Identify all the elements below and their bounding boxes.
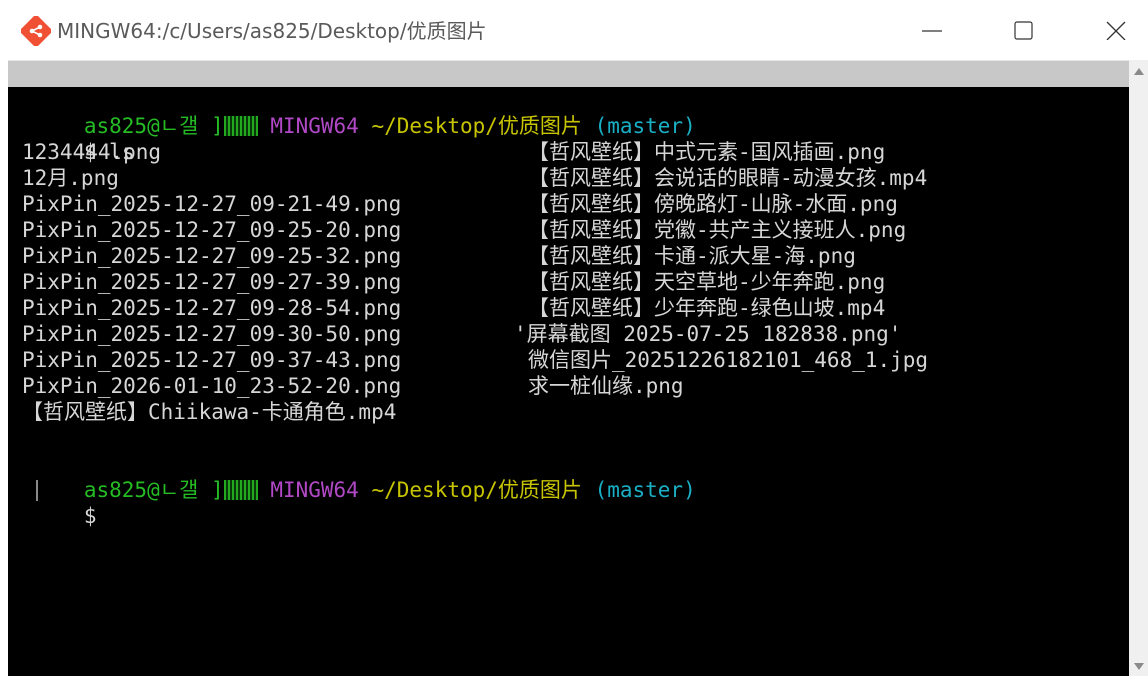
maximize-icon: [1014, 21, 1033, 40]
close-button[interactable]: [1070, 0, 1148, 60]
file-entry: PixPin_2025-12-27_09-27-39.png: [22, 270, 402, 294]
terminal-top-strip: [8, 60, 1129, 87]
maximize-button[interactable]: [978, 0, 1070, 60]
terminal-area[interactable]: as825@ㄴ갤 ] MINGW64 ~/Desktop/优质图片 (maste…: [8, 87, 1129, 676]
listing-row: 1234444.png 【哲风壁纸】中式元素-国风插画.png: [8, 139, 885, 165]
prompt-line: as825@ㄴ갤 ] MINGW64 ~/Desktop/优质图片 (maste…: [8, 451, 696, 502]
scroll-down-arrow-icon[interactable]: [1134, 663, 1144, 670]
git-bash-icon: [21, 16, 51, 46]
file-entry: PixPin_2025-12-27_09-25-32.png: [22, 244, 402, 268]
file-entry: 【哲风壁纸】卡通-派大星-海.png: [528, 244, 856, 268]
file-entry: 【哲风壁纸】傍晚路灯-山脉-水面.png: [528, 192, 898, 216]
listing-row: 12月.png 【哲风壁纸】会说话的眼睛-动漫女孩.mp4: [8, 165, 927, 191]
prompt-path: ~/Desktop/优质图片: [371, 114, 582, 138]
terminal-window: MINGW64:/c/Users/as825/Desktop/优质图片 as82…: [0, 0, 1148, 676]
window-border: [0, 60, 8, 676]
prompt-block-glyph: [223, 116, 258, 136]
minimize-icon: [922, 30, 942, 32]
file-entry: PixPin_2025-12-27_09-25-20.png: [22, 218, 402, 242]
listing-row: PixPin_2025-12-27_09-25-20.png 【哲风壁纸】党徽-…: [8, 217, 906, 243]
file-entry: 【哲风壁纸】Chiikawa-卡通角色.mp4: [22, 400, 397, 424]
file-entry: 【哲风壁纸】中式元素-国风插画.png: [528, 140, 886, 164]
listing-row: PixPin_2026-01-10_23-52-20.png 求一桩仙缘.png: [8, 373, 684, 399]
file-entry: PixPin_2025-12-27_09-37-43.png: [22, 348, 402, 372]
listing-row: PixPin_2025-12-27_09-27-39.png 【哲风壁纸】天空草…: [8, 269, 885, 295]
file-entry: 12月.png: [22, 166, 119, 190]
close-icon: [1106, 21, 1126, 40]
input-line[interactable]: $: [8, 477, 308, 528]
prompt-symbol: $: [83, 504, 97, 528]
prompt-line: as825@ㄴ갤 ] MINGW64 ~/Desktop/优质图片 (maste…: [8, 87, 696, 138]
file-entry: PixPin_2025-12-27_09-21-49.png: [22, 192, 402, 216]
prompt-branch: (master): [594, 478, 696, 502]
listing-row: PixPin_2025-12-27_09-37-43.png 微信图片_2025…: [8, 347, 928, 373]
listing-row: PixPin_2025-12-27_09-21-49.png 【哲风壁纸】傍晚路…: [8, 191, 898, 217]
prompt-path: ~/Desktop/优质图片: [371, 478, 582, 502]
file-entry: 【哲风壁纸】少年奔跑-绿色山坡.mp4: [528, 296, 886, 320]
file-entry: '屏幕截图 2025-07-25 182838.png': [514, 322, 902, 346]
minimize-button[interactable]: [886, 0, 978, 60]
file-entry: 【哲风壁纸】天空草地-少年奔跑.png: [528, 270, 886, 294]
file-entry: PixPin_2026-01-10_23-52-20.png: [22, 374, 402, 398]
title-bar[interactable]: MINGW64:/c/Users/as825/Desktop/优质图片: [0, 0, 1148, 60]
file-entry: 【哲风壁纸】会说话的眼睛-动漫女孩.mp4: [528, 166, 928, 190]
prompt-branch: (master): [594, 114, 696, 138]
file-entry: 【哲风壁纸】党徽-共产主义接班人.png: [528, 218, 907, 242]
listing-row: PixPin_2025-12-27_09-30-50.png '屏幕截图 202…: [8, 321, 901, 347]
listing-row: PixPin_2025-12-27_09-28-54.png 【哲风壁纸】少年奔…: [8, 295, 885, 321]
scroll-up-arrow-icon[interactable]: [1134, 68, 1144, 75]
listing-row: 【哲风壁纸】Chiikawa-卡通角色.mp4: [8, 399, 396, 425]
listing-row: PixPin_2025-12-27_09-25-32.png 【哲风壁纸】卡通-…: [8, 243, 856, 269]
file-entry: PixPin_2025-12-27_09-28-54.png: [22, 296, 402, 320]
file-entry: 求一桩仙缘.png: [528, 374, 684, 398]
file-entry: 1234444.png: [22, 140, 162, 164]
window-title: MINGW64:/c/Users/as825/Desktop/优质图片: [57, 19, 487, 43]
prompt-system: MINGW64: [270, 114, 359, 138]
text-cursor: [36, 480, 38, 501]
file-entry: 微信图片_20251226182101_468_1.jpg: [528, 348, 929, 372]
vertical-scrollbar[interactable]: [1129, 60, 1148, 676]
command-line: $ ls: [8, 113, 135, 164]
file-entry: PixPin_2025-12-27_09-30-50.png: [22, 322, 402, 346]
